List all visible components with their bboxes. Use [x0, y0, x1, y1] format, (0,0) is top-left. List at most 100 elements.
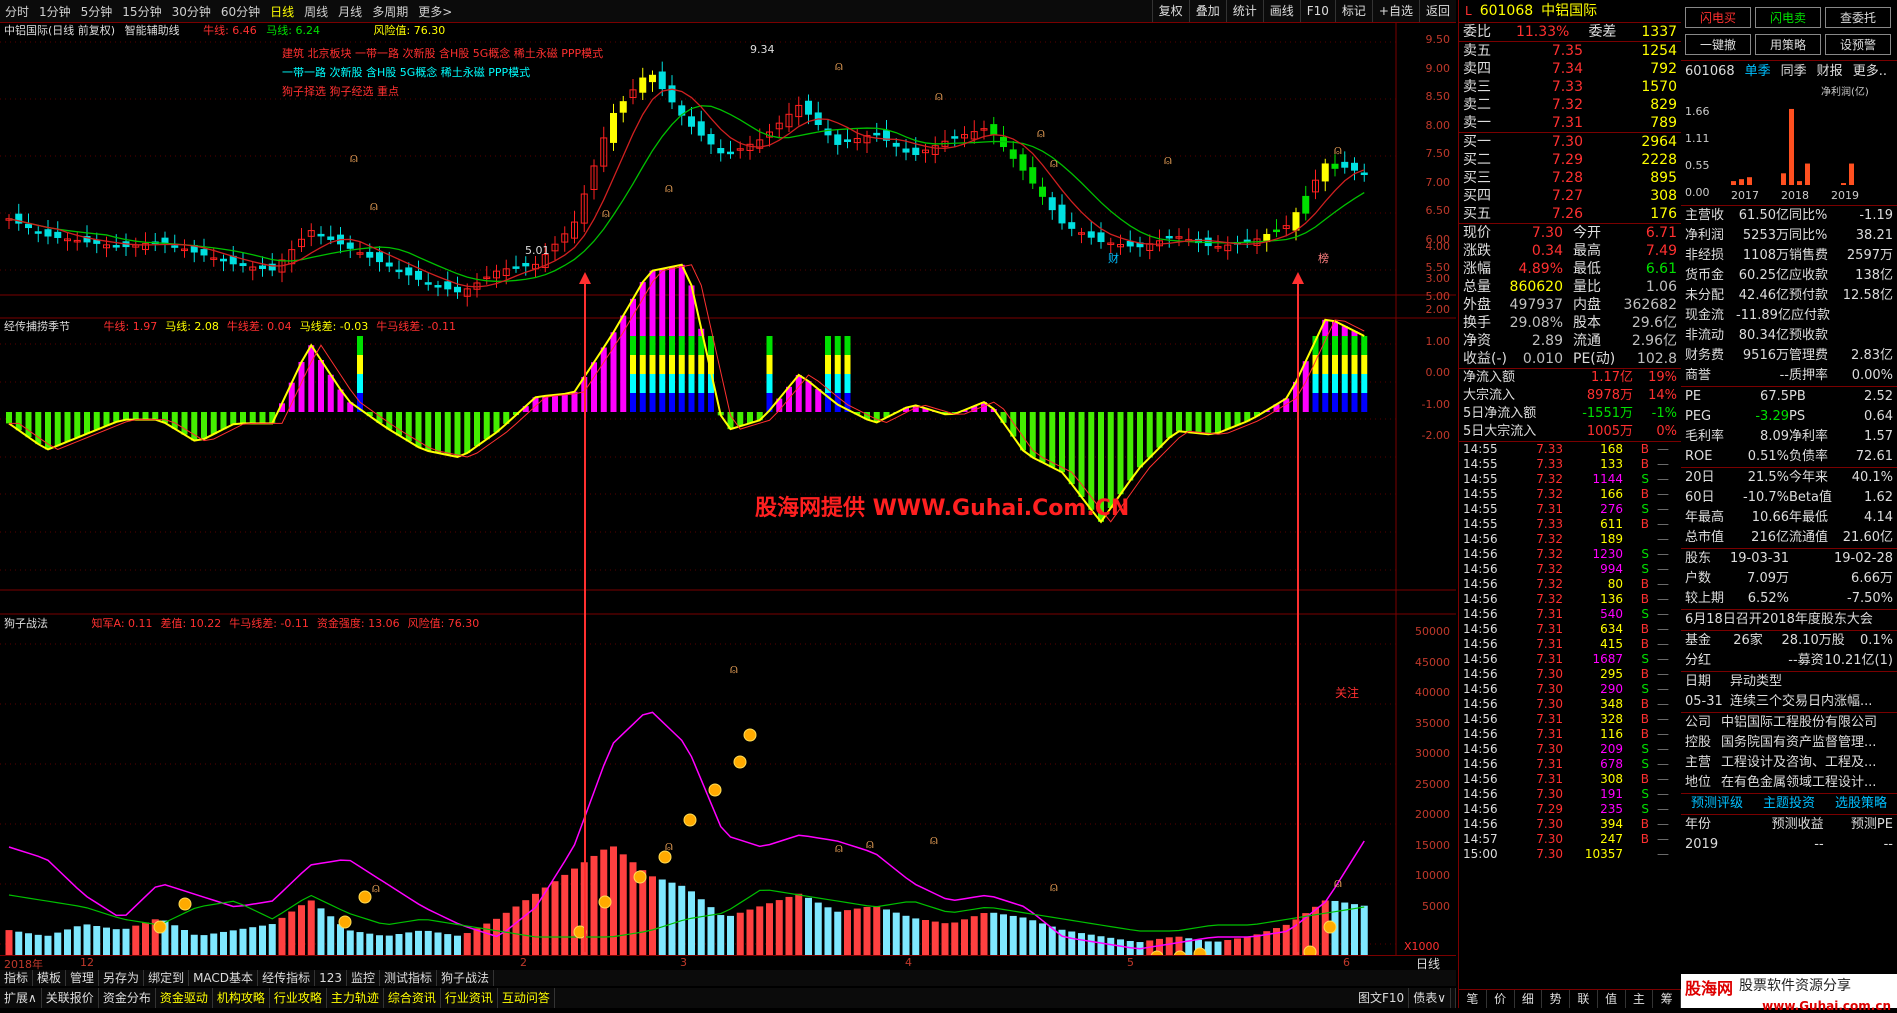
f10-toggle[interactable]: 债表∨	[1409, 988, 1451, 1008]
toolbar-button[interactable]: 复权	[1151, 0, 1189, 22]
signal-icon: ⍝	[730, 662, 738, 677]
f10-toggle[interactable]: 图文F10	[1354, 988, 1410, 1008]
toolbar-button[interactable]: 返回	[1418, 0, 1456, 22]
f10-row: ROE 0.51% 负债率 72.61	[1685, 449, 1893, 464]
event-row[interactable]: 05-31 连续三个交易日内涨幅...	[1681, 692, 1897, 712]
order-row[interactable]: 买四 7.27 308	[1459, 187, 1681, 205]
info-tab[interactable]: 行业资讯	[441, 988, 498, 1008]
indicator-tab[interactable]: 指标	[0, 970, 34, 986]
quote-tab[interactable]: 联	[1570, 990, 1598, 1008]
toolbar-button[interactable]: +自选	[1371, 0, 1419, 22]
focus-label: 关注	[1335, 686, 1360, 700]
info-tab[interactable]: 主力轨迹	[327, 988, 384, 1008]
volume-bar	[853, 908, 861, 956]
period-tab[interactable]: 分时	[0, 3, 34, 20]
info-tab[interactable]: 互动问答	[498, 988, 555, 1008]
order-row[interactable]: 买五 7.26 176	[1459, 205, 1681, 223]
order-row[interactable]: 卖一 7.31 789	[1459, 114, 1681, 132]
chart-canvas[interactable]: 9.34 5.01 财 榜 ⍝ ⍝ ⍝ ⍝ ⍝ ⍝ ⍝ ⍝ ⍝ ⍝ ⍝ ⍝ ⍝ ⍝ ⍝ ⍝ ⍝ ⍝	[0, 22, 1456, 964]
period-tab[interactable]: 1分钟	[34, 3, 76, 20]
order-row[interactable]: 买二 7.29 2228	[1459, 151, 1681, 169]
volume-bar	[385, 935, 393, 956]
neg-bar	[425, 412, 432, 452]
pos-bar	[659, 268, 666, 336]
period-tab[interactable]: 30分钟	[167, 3, 216, 20]
period-tab[interactable]: 多周期	[367, 3, 413, 20]
candle-body	[1165, 235, 1173, 239]
f10-tab[interactable]: 更多..	[1853, 63, 1887, 81]
indicator2-title[interactable]: 经传捕捞季节	[4, 320, 70, 333]
indicator-tab[interactable]: 123	[315, 970, 347, 986]
f10-link[interactable]: 预测评级	[1691, 794, 1743, 814]
trade-button[interactable]: 闪电卖	[1755, 7, 1821, 28]
f10-link[interactable]: 主题投资	[1763, 794, 1815, 814]
quote-tab[interactable]: 势	[1542, 990, 1570, 1008]
period-tab[interactable]: 更多>	[413, 3, 457, 20]
order-row[interactable]: 卖三 7.33 1570	[1459, 78, 1681, 96]
info-tab[interactable]: 行业攻略	[270, 988, 327, 1008]
quote-tab[interactable]: 价	[1487, 990, 1515, 1008]
info-tab[interactable]: 扩展∧	[0, 988, 42, 1008]
indicator-tab[interactable]: 管理	[66, 970, 100, 986]
trade-button[interactable]: 闪电买	[1685, 7, 1751, 28]
volume-bar	[892, 912, 900, 956]
period-tab[interactable]: 周线	[299, 3, 333, 20]
volume-bar	[346, 930, 354, 956]
period-tab[interactable]: 日线	[265, 3, 299, 20]
quote-tab[interactable]: 细	[1515, 990, 1543, 1008]
toolbar-button[interactable]: F10	[1299, 0, 1335, 22]
quote-tab[interactable]: 值	[1598, 990, 1626, 1008]
period-tab[interactable]: 月线	[333, 3, 367, 20]
order-row[interactable]: 买一 7.30 2964	[1459, 133, 1681, 151]
f10-tab[interactable]: 单季	[1745, 63, 1771, 81]
toolbar-button[interactable]: 画线	[1262, 0, 1300, 22]
indicator-tab[interactable]: MACD基本	[189, 970, 259, 986]
toolbar-button[interactable]: 统计	[1225, 0, 1263, 22]
trade-button[interactable]: 一键撤	[1685, 34, 1751, 55]
candle-body	[171, 245, 179, 248]
indicator-tab[interactable]: 经传指标	[258, 970, 316, 986]
order-row[interactable]: 卖二 7.32 829	[1459, 96, 1681, 114]
info-tab[interactable]: 综合资讯	[384, 988, 441, 1008]
candle-body	[376, 252, 383, 263]
indicator-tab[interactable]: 狗子战法	[437, 970, 495, 986]
volume-bar	[736, 912, 744, 956]
candle-body	[405, 267, 413, 276]
volume-bar	[190, 934, 198, 956]
volume-bar	[1048, 926, 1056, 956]
f10-tab[interactable]: 同季	[1781, 63, 1807, 81]
info-tab[interactable]: 关联报价	[42, 988, 99, 1008]
order-row[interactable]: 卖四 7.34 792	[1459, 60, 1681, 78]
trade-button[interactable]: 设预警	[1825, 34, 1891, 55]
tick-list[interactable]: 14:55 7.33 168 B —14:55 7.33 133 B —14:55 7.32 114…	[1459, 442, 1681, 862]
indicator-tab[interactable]: 测试指标	[380, 970, 438, 986]
trade-button[interactable]: 查委托	[1825, 7, 1891, 28]
toolbar-button[interactable]: 叠加	[1188, 0, 1226, 22]
info-tab[interactable]: 机构攻略	[213, 988, 270, 1008]
period-tab[interactable]: 15分钟	[117, 3, 166, 20]
trade-button[interactable]: 用策略	[1755, 34, 1821, 55]
quote-tab[interactable]: 主	[1626, 990, 1654, 1008]
indicator-tab[interactable]: 模板	[33, 970, 67, 986]
order-row[interactable]: 买三 7.28 895	[1459, 169, 1681, 187]
f10-tab[interactable]: 财报	[1817, 63, 1843, 81]
quote-tab[interactable]: 筹	[1653, 990, 1681, 1008]
period-tab[interactable]: 60分钟	[216, 3, 265, 20]
volume-bar	[415, 930, 422, 956]
indicator3-title[interactable]: 狗子战法	[4, 617, 48, 630]
f10-link[interactable]: 选股策略	[1835, 794, 1887, 814]
volume-bar	[688, 891, 695, 956]
notice-row[interactable]: 6月18日召开2018年度股东大会	[1681, 610, 1897, 630]
info-tab[interactable]: 资金驱动	[156, 988, 213, 1008]
indicator-tab[interactable]: 监控	[347, 970, 380, 986]
period-tab[interactable]: 5分钟	[76, 3, 118, 20]
axis-tick: 7.00	[1425, 175, 1451, 189]
indicator-tab[interactable]: 另存为	[99, 970, 145, 986]
order-row[interactable]: 卖五 7.35 1254	[1459, 42, 1681, 60]
toolbar-button[interactable]: 标记	[1334, 0, 1372, 22]
candle-body	[1126, 240, 1134, 247]
quote-tab[interactable]: 笔	[1459, 990, 1487, 1008]
volume-bar	[405, 932, 413, 956]
info-tab[interactable]: 资金分布	[99, 988, 156, 1008]
indicator-tab[interactable]: 绑定到	[144, 970, 190, 986]
